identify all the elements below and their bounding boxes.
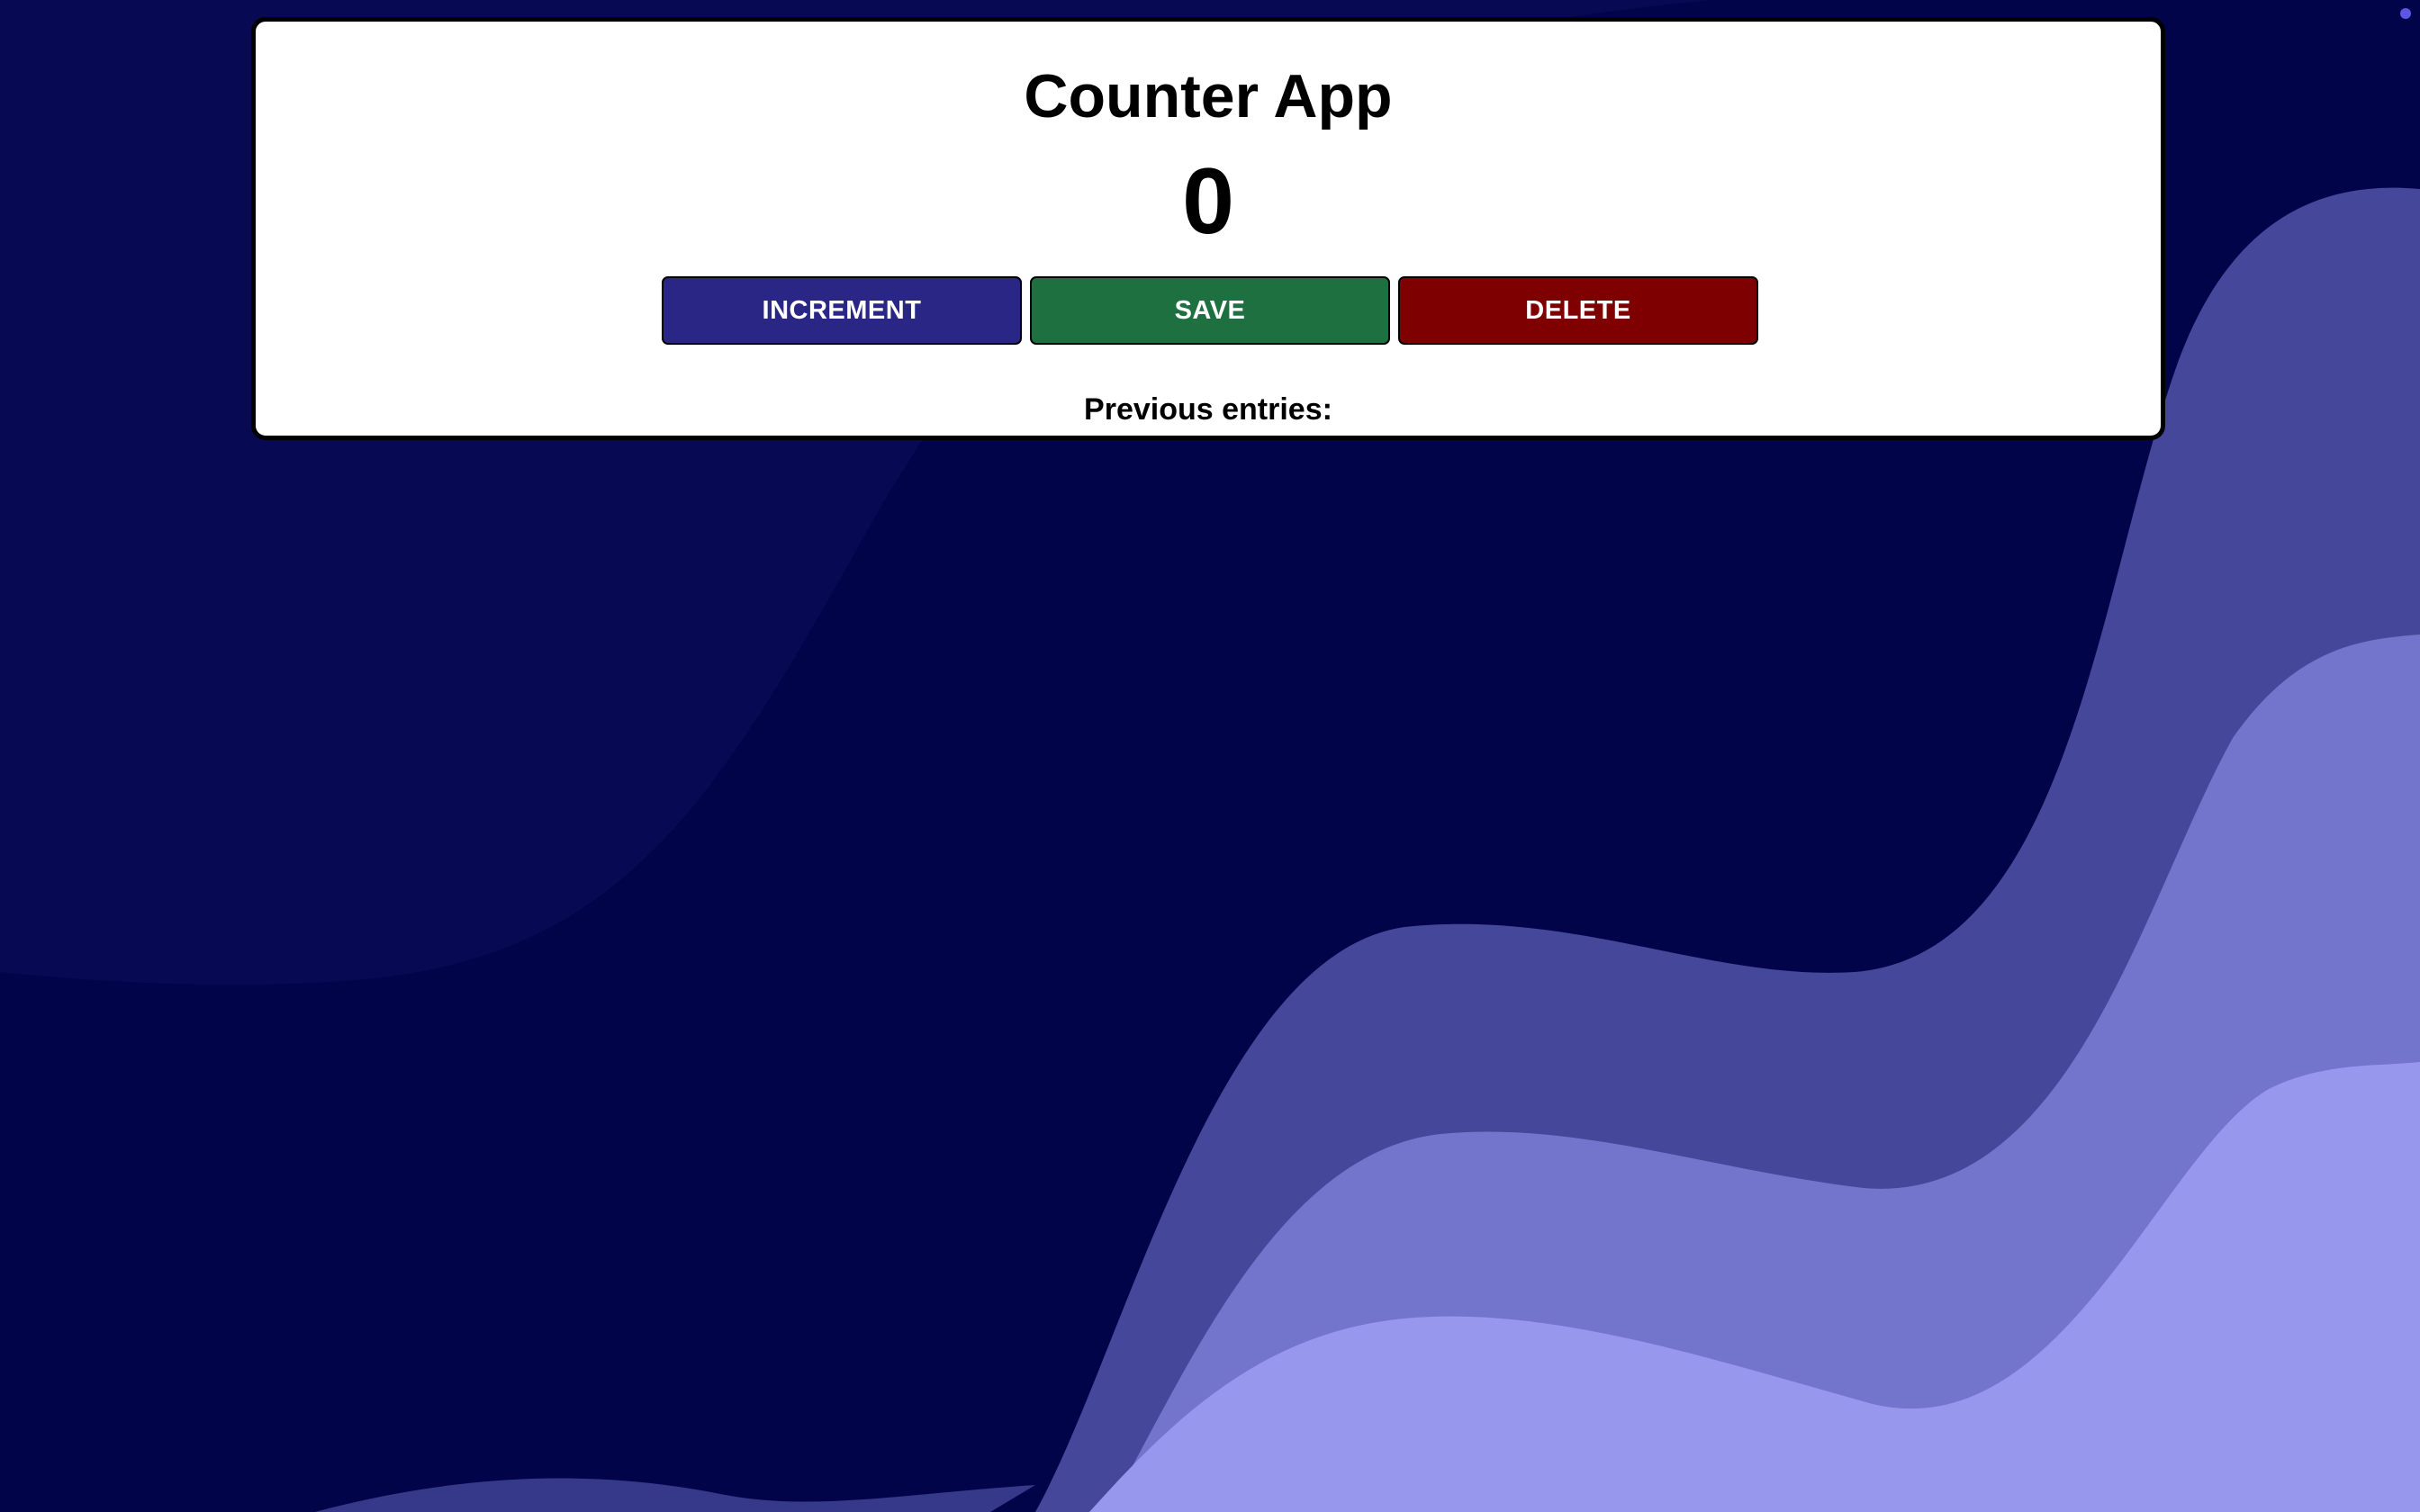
app-title: Counter App: [1024, 62, 1393, 130]
save-button[interactable]: SAVE: [1030, 276, 1390, 345]
status-dot: [2400, 8, 2411, 19]
counter-card: Counter App 0 INCREMENT SAVE DELETE Prev…: [251, 17, 2165, 440]
counter-value: 0: [1182, 149, 1234, 254]
previous-entries-heading: Previous entries:: [1084, 392, 1332, 427]
delete-button[interactable]: DELETE: [1398, 276, 1758, 345]
increment-button[interactable]: INCREMENT: [662, 276, 1022, 345]
